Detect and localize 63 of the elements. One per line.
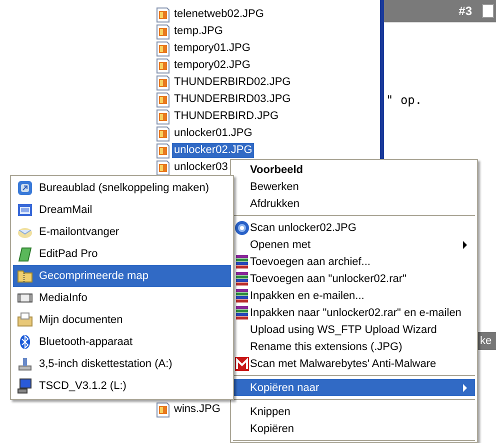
menu-item[interactable]: Bluetooth-apparaat [13, 331, 231, 353]
image-file-icon [155, 402, 171, 418]
image-file-icon [155, 6, 171, 22]
menu-item[interactable]: Gecomprimeerde map [13, 265, 231, 287]
bluetooth-icon [17, 334, 33, 350]
floppy-drive-icon [17, 356, 33, 372]
menu-item[interactable]: Upload using WS_FTP Upload Wizard [233, 321, 475, 338]
menu-item[interactable]: EditPad Pro [13, 243, 231, 265]
file-item[interactable]: temp.JPG [155, 23, 225, 40]
documents-folder-icon [17, 312, 33, 328]
file-item[interactable]: wins.JPG [155, 401, 222, 418]
image-file-icon [155, 92, 171, 108]
menu-item[interactable]: Mijn documenten [13, 309, 231, 331]
file-item[interactable]: tempory02.JPG [155, 57, 252, 74]
menu-item[interactable]: Openen met [233, 236, 475, 253]
books-icon [234, 254, 250, 270]
notepad-icon [17, 246, 33, 262]
menu-item[interactable]: Kopiëren naar [233, 379, 475, 396]
menu-item[interactable]: Afdrukken [233, 195, 475, 212]
image-file-icon [155, 74, 171, 90]
menu-item[interactable]: Kopiëren [233, 420, 475, 437]
menu-item[interactable]: TSCD_V3.1.2 (L:) [13, 375, 231, 397]
books-icon [234, 304, 250, 320]
menu-item[interactable]: Scan unlocker02.JPG [233, 219, 475, 236]
window-icon [17, 202, 33, 218]
file-item[interactable]: unlocker01.JPG [155, 125, 254, 142]
menu-item[interactable]: Voorbeeld [233, 161, 475, 178]
computer-icon [17, 378, 33, 394]
submenu-arrow-icon [463, 384, 467, 392]
menu-item[interactable]: Inpakken en e-mailen... [233, 287, 475, 304]
file-item[interactable]: THUNDERBIRD.JPG [155, 108, 281, 125]
image-file-icon [155, 108, 171, 124]
image-file-icon [155, 126, 171, 142]
file-item[interactable]: THUNDERBIRD03.JPG [155, 91, 293, 108]
file-item[interactable]: THUNDERBIRD02.JPG [155, 74, 293, 91]
image-file-icon [155, 58, 171, 74]
bar-label: ke [480, 335, 492, 347]
books-icon [234, 270, 250, 286]
checkbox[interactable] [482, 4, 494, 18]
menu-item[interactable]: E-mailontvanger [13, 221, 231, 243]
menu-item[interactable]: Scan met Malwarebytes' Anti-Malware [233, 355, 475, 372]
menu-item[interactable]: Bewerken [233, 178, 475, 195]
zip-folder-icon [17, 268, 33, 284]
file-item[interactable]: telenetweb02.JPG [155, 6, 266, 23]
menu-item[interactable]: Inpakken naar "unlocker02.rar" en e-mailen [233, 304, 475, 321]
image-file-icon [155, 142, 171, 158]
image-file-icon [155, 40, 171, 56]
menu-item[interactable]: Bureaublad (snelkoppeling maken) [13, 177, 231, 199]
books-icon [234, 288, 250, 304]
submenu-arrow-icon [463, 240, 467, 248]
menu-item[interactable]: DreamMail [13, 199, 231, 221]
desktop-shortcut-icon [17, 180, 33, 196]
menu-item[interactable]: Toevoegen aan archief... [233, 253, 475, 270]
menu-item[interactable]: Knippen [233, 403, 475, 420]
panel-number: #3 [458, 4, 472, 18]
file-item[interactable]: tempory01.JPG [155, 40, 252, 57]
menu-item[interactable]: MediaInfo [13, 287, 231, 309]
menu-item[interactable]: Toevoegen aan "unlocker02.rar" [233, 270, 475, 287]
body-text: " op. [385, 93, 424, 107]
file-item[interactable]: unlocker03 [155, 159, 230, 176]
image-file-icon [155, 24, 171, 40]
menu-item[interactable]: Rename this extensions (.JPG) [233, 338, 475, 355]
menu-item[interactable]: 3,5-inch diskettestation (A:) [13, 353, 231, 375]
